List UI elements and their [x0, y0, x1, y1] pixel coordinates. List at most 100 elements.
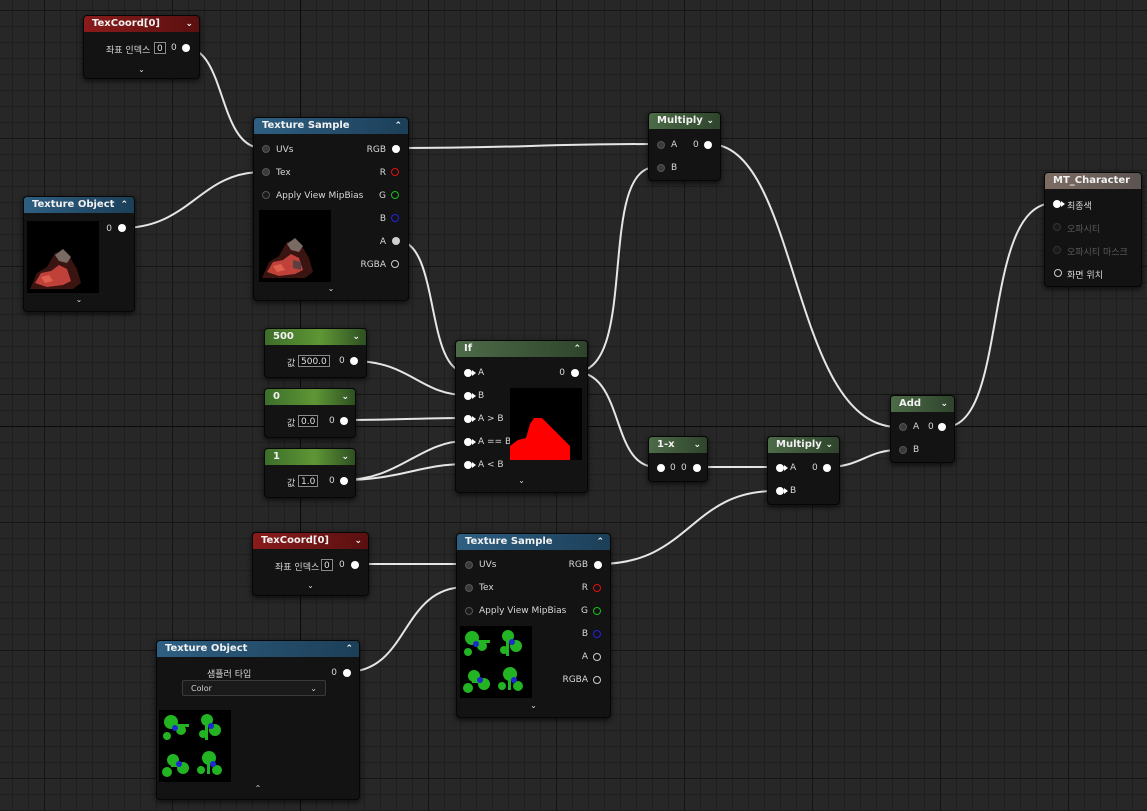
output-pin-b[interactable]: [391, 214, 399, 222]
node-header[interactable]: Add ⌄: [891, 396, 954, 412]
input-pin-tex[interactable]: [262, 167, 272, 177]
output-pin[interactable]: [569, 368, 579, 378]
constant-node-0[interactable]: 0 ⌄ 값 0.0 0: [264, 388, 356, 438]
chevron-down-icon[interactable]: ⌄: [352, 329, 360, 345]
coordinate-index-field[interactable]: 0: [321, 559, 333, 571]
chevron-up-icon[interactable]: ⌃: [573, 341, 581, 357]
node-header[interactable]: Multiply ⌄: [649, 113, 720, 129]
node-header[interactable]: Texture Object ⌃: [157, 641, 359, 657]
chevron-down-icon[interactable]: ⌄: [693, 437, 701, 453]
output-pin[interactable]: [338, 416, 348, 426]
input-pin-opacity-mask[interactable]: [1053, 245, 1063, 255]
output-pin[interactable]: [338, 476, 348, 486]
input-pin-final-color[interactable]: [1053, 199, 1065, 209]
input-pin-a[interactable]: [776, 463, 788, 473]
coordinate-index-field[interactable]: 0: [154, 42, 166, 54]
node-header[interactable]: Texture Sample ⌃: [254, 118, 408, 134]
material-output-node[interactable]: MT_Character 최종색 오파시티 오파시티 마스크 화면 위치: [1044, 172, 1142, 287]
input-pin-screen-position[interactable]: [1054, 269, 1062, 277]
input-pin-b[interactable]: [657, 163, 667, 173]
node-header[interactable]: MT_Character: [1045, 173, 1141, 189]
value-field[interactable]: 1.0: [298, 475, 319, 487]
input-pin[interactable]: [657, 463, 667, 473]
chevron-down-icon[interactable]: ⌄: [940, 396, 948, 412]
chevron-down-icon[interactable]: ⌄: [706, 113, 714, 129]
input-pin-a-greater-b[interactable]: [464, 414, 476, 424]
input-pin-a-less-b[interactable]: [464, 460, 476, 470]
value-field[interactable]: 0.0: [298, 415, 319, 427]
output-pin-rgba[interactable]: [391, 260, 399, 268]
output-pin[interactable]: [821, 463, 831, 473]
input-pin-tex[interactable]: [465, 583, 475, 593]
output-pin[interactable]: [341, 668, 351, 678]
output-pin-g[interactable]: [593, 607, 601, 615]
output-pin[interactable]: [936, 422, 946, 432]
input-pin-apply-view-mipbias[interactable]: [262, 190, 272, 200]
node-header[interactable]: Multiply ⌄: [768, 437, 839, 453]
output-pin-a[interactable]: [593, 653, 601, 661]
sampler-type-dropdown[interactable]: Color ⌄: [182, 680, 326, 696]
input-pin-b[interactable]: [776, 486, 788, 496]
node-header[interactable]: 0 ⌄: [265, 389, 355, 405]
chevron-up-icon[interactable]: ⌃: [394, 118, 402, 134]
texture-sample-node-bottom[interactable]: Texture Sample ⌃ UVs Tex Apply View MipBi…: [456, 533, 611, 718]
output-pin[interactable]: [180, 43, 190, 53]
texture-object-node-top[interactable]: Texture Object ⌃ 0 ⌄: [23, 196, 135, 312]
chevron-down-icon[interactable]: ⌄: [341, 449, 349, 465]
node-header[interactable]: 500 ⌄: [265, 329, 366, 345]
chevron-down-icon[interactable]: ⌄: [354, 533, 362, 549]
chevron-down-icon[interactable]: ⌄: [84, 65, 199, 74]
output-pin[interactable]: [691, 463, 701, 473]
input-pin-opacity[interactable]: [1053, 222, 1063, 232]
chevron-down-icon[interactable]: ⌄: [456, 476, 587, 485]
texture-object-node-bottom[interactable]: Texture Object ⌃ 샘플러 타입 0 Color ⌄ ⌃: [156, 640, 360, 800]
constant-node-500[interactable]: 500 ⌄ 값 500.0 0: [264, 328, 367, 378]
chevron-down-icon[interactable]: ⌄: [457, 701, 610, 710]
input-pin-apply-view-mipbias[interactable]: [465, 606, 475, 616]
multiply-node-bottom[interactable]: Multiply ⌄ A 0 B: [767, 436, 840, 505]
output-pin[interactable]: [348, 356, 358, 366]
output-pin[interactable]: [349, 560, 359, 570]
chevron-up-icon[interactable]: ⌃: [120, 197, 128, 213]
constant-node-1[interactable]: 1 ⌄ 값 1.0 0: [264, 448, 356, 498]
chevron-up-icon[interactable]: ⌃: [596, 534, 604, 550]
input-pin-uvs[interactable]: [262, 144, 272, 154]
texcoord-node-bottom[interactable]: TexCoord[0] ⌄ 좌표 인덱스 0 0 ⌄: [252, 532, 369, 596]
value-field[interactable]: 500.0: [298, 355, 330, 367]
node-header[interactable]: 1-x ⌄: [649, 437, 707, 453]
chevron-down-icon[interactable]: ⌄: [185, 16, 193, 32]
if-node[interactable]: If ⌃ A B A > B A == B A < B 0 ⌄: [455, 340, 588, 493]
multiply-node-top[interactable]: Multiply ⌄ A 0 B: [648, 112, 721, 181]
node-header[interactable]: TexCoord[0] ⌄: [84, 16, 199, 32]
output-pin-rgb[interactable]: [390, 144, 400, 154]
output-pin-r[interactable]: [593, 584, 601, 592]
texcoord-node-top[interactable]: TexCoord[0] ⌄ 좌표 인덱스 0 0 ⌄: [83, 15, 200, 79]
chevron-up-icon[interactable]: ⌃: [157, 784, 359, 793]
node-header[interactable]: Texture Sample ⌃: [457, 534, 610, 550]
node-header[interactable]: 1 ⌄: [265, 449, 355, 465]
one-minus-node[interactable]: 1-x ⌄ 0 0: [648, 436, 708, 482]
output-pin[interactable]: [116, 223, 126, 233]
material-graph-canvas[interactable]: TexCoord[0] ⌄ 좌표 인덱스 0 0 ⌄ Texture Sample…: [0, 0, 1147, 811]
input-pin-a-equals-b[interactable]: [464, 437, 476, 447]
input-pin-a[interactable]: [464, 368, 476, 378]
input-pin-a[interactable]: [657, 140, 667, 150]
node-header[interactable]: TexCoord[0] ⌄: [253, 533, 368, 549]
chevron-down-icon[interactable]: ⌄: [253, 581, 368, 590]
output-pin-a[interactable]: [390, 236, 400, 246]
output-pin-rgb[interactable]: [592, 560, 602, 570]
chevron-down-icon[interactable]: ⌄: [24, 295, 134, 304]
input-pin-a[interactable]: [899, 422, 909, 432]
chevron-up-icon[interactable]: ⌃: [345, 641, 353, 657]
node-header[interactable]: If ⌃: [456, 341, 587, 357]
texture-sample-node-top[interactable]: Texture Sample ⌃ UVs Tex Apply View MipBi…: [253, 117, 409, 301]
input-pin-b[interactable]: [899, 445, 909, 455]
input-pin-uvs[interactable]: [465, 560, 475, 570]
add-node[interactable]: Add ⌄ A 0 B: [890, 395, 955, 463]
chevron-down-icon[interactable]: ⌄: [341, 389, 349, 405]
node-header[interactable]: Texture Object ⌃: [24, 197, 134, 213]
output-pin-r[interactable]: [391, 168, 399, 176]
chevron-down-icon[interactable]: ⌄: [254, 284, 408, 293]
output-pin-b[interactable]: [593, 630, 601, 638]
chevron-down-icon[interactable]: ⌄: [825, 437, 833, 453]
